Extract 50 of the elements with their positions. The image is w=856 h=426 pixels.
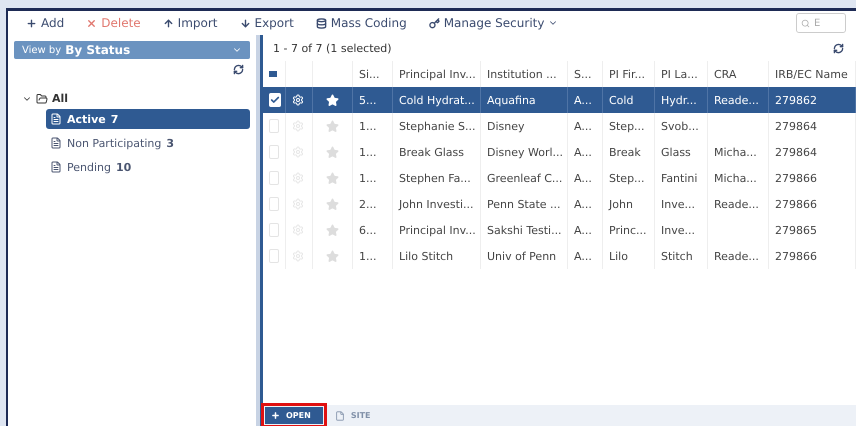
import-icon bbox=[162, 18, 174, 28]
select-all-checkbox[interactable] bbox=[269, 71, 277, 77]
export-icon bbox=[240, 18, 250, 28]
row-checkbox[interactable] bbox=[269, 197, 279, 211]
table-cell: 279862 bbox=[769, 87, 856, 113]
tree-label: All bbox=[52, 92, 68, 105]
row-checkbox[interactable] bbox=[269, 145, 279, 159]
table-cell: Hydr... bbox=[655, 87, 708, 113]
file-icon bbox=[50, 137, 62, 149]
tree-item[interactable]: Non Participating 3 bbox=[46, 133, 250, 153]
security-icon bbox=[428, 18, 440, 28]
delete-icon bbox=[86, 18, 98, 28]
item-count: 7 bbox=[110, 112, 118, 126]
coding-icon bbox=[316, 18, 327, 28]
item-count: 3 bbox=[166, 136, 174, 150]
folder-icon bbox=[36, 92, 48, 104]
record-summary: 1 - 7 of 7 (1 selected) bbox=[273, 42, 392, 54]
add-icon bbox=[26, 18, 37, 28]
table-cell: Cold bbox=[603, 87, 655, 113]
row-checkbox[interactable] bbox=[269, 249, 279, 263]
row-checkbox[interactable] bbox=[269, 223, 279, 237]
plus-icon bbox=[271, 411, 280, 420]
document-icon bbox=[334, 410, 345, 420]
star-icon[interactable] bbox=[326, 198, 339, 210]
table-cell: Cold Hydrat... bbox=[393, 87, 481, 113]
toolbar-button[interactable]: Add bbox=[18, 16, 72, 30]
refresh-icon[interactable] bbox=[833, 42, 844, 54]
tree-item[interactable]: Active 7 bbox=[46, 109, 250, 129]
toolbar-button[interactable]: Import bbox=[154, 16, 226, 30]
star-icon[interactable] bbox=[326, 224, 339, 236]
toolbar-button[interactable]: Manage Security bbox=[420, 16, 566, 30]
star-icon[interactable] bbox=[326, 146, 339, 158]
toolbar-button[interactable]: Mass Coding bbox=[308, 16, 415, 30]
item-count: 10 bbox=[116, 160, 132, 174]
table-cell: A... bbox=[568, 87, 603, 113]
table-cell: Aquafina bbox=[481, 87, 568, 113]
star-icon[interactable] bbox=[326, 120, 339, 132]
table-cell: 5... bbox=[353, 87, 393, 113]
refresh-icon[interactable] bbox=[233, 64, 244, 75]
star-icon[interactable] bbox=[326, 172, 339, 184]
toolbar-button[interactable]: Export bbox=[232, 16, 302, 30]
row-checkbox[interactable] bbox=[269, 171, 279, 185]
search-icon bbox=[801, 18, 810, 28]
bottom-tab[interactable]: OPEN bbox=[265, 407, 323, 424]
tree-item[interactable]: Pending 10 bbox=[46, 157, 250, 177]
row-checkbox[interactable] bbox=[269, 119, 279, 133]
star-icon[interactable] bbox=[326, 250, 339, 262]
file-icon bbox=[50, 161, 62, 173]
file-icon bbox=[50, 113, 62, 125]
table-cell: Reade... bbox=[708, 87, 769, 113]
